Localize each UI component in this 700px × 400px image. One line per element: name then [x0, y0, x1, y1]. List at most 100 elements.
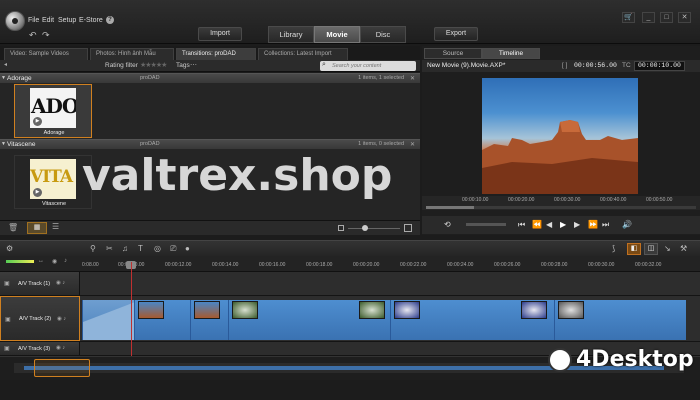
navigator-viewport[interactable] — [34, 359, 90, 377]
minimize-icon[interactable]: _ — [642, 12, 655, 23]
timecode-field[interactable]: 00:00:10.00 — [634, 61, 685, 71]
cart-icon[interactable]: 🛒 — [622, 12, 635, 23]
tools-icon[interactable]: ⚒ — [680, 244, 687, 253]
library-tab-videos[interactable]: Video: Sample Videos — [4, 48, 88, 60]
player-tab-timeline[interactable]: Timeline — [482, 48, 540, 59]
view-icon[interactable]: ◉ — [52, 258, 57, 265]
expand-triangle-icon[interactable]: ▼ — [1, 75, 6, 81]
tags-label[interactable]: Tags — [176, 62, 190, 69]
search-box[interactable]: ⌕ — [320, 61, 416, 71]
track-lock-icon[interactable]: ▣ — [4, 280, 10, 287]
undo-icon[interactable]: ↶ — [29, 30, 37, 41]
frame-back-icon[interactable]: ◀ — [546, 220, 552, 229]
track-visibility-icon[interactable]: ◉ ♪ — [56, 280, 65, 286]
track-header[interactable]: ▣ A/V Track (3) ◉ ♪ — [0, 342, 80, 355]
library-group-header-vitascene[interactable]: ▼ Vitascene proDAD 1 items, 0 selected ✕ — [0, 139, 420, 149]
track-header[interactable]: ▣ A/V Track (1) ◉ ♪ — [0, 272, 80, 295]
razor-icon[interactable]: ⚲ — [90, 244, 96, 253]
slider-knob[interactable] — [362, 225, 368, 231]
player-info-bar: New Movie (9).Movie.AXP* [ ] 00:00:56.00… — [422, 60, 700, 72]
large-size-icon[interactable] — [404, 224, 412, 232]
search-input[interactable] — [332, 61, 414, 71]
timeline-clip[interactable] — [390, 300, 554, 340]
timeline-ruler[interactable]: ↔ ◉ ♪ 0:08.00 00:00:10.00 00:00:12.00 00… — [0, 256, 700, 272]
track-header[interactable]: ▣ A/V Track (2) ◉ ♪ — [0, 296, 80, 341]
track-lock-icon[interactable]: ▣ — [5, 316, 11, 323]
menu-file[interactable]: File — [28, 17, 39, 24]
settings-gear-icon[interactable]: ⚙ — [6, 244, 13, 253]
magnet-icon[interactable]: ⟆ — [612, 244, 615, 253]
play-icon[interactable]: ▶ — [33, 117, 42, 126]
step-forward-icon[interactable]: ⏩ — [588, 220, 598, 229]
thumbnail-size-slider[interactable] — [348, 228, 400, 229]
tab-movie[interactable]: Movie — [314, 26, 360, 43]
tags-dropdown-icon[interactable]: ⋯ — [190, 61, 197, 69]
library-tab-photos[interactable]: Photos: Hình ảnh Mẫu — [90, 48, 174, 60]
library-tab-collections[interactable]: Collections: Latest Import — [258, 48, 348, 60]
player-scrubber[interactable]: 00:00:10.00 00:00:20.00 00:00:30.00 00:0… — [422, 196, 700, 210]
close-icon[interactable]: ✕ — [678, 12, 691, 23]
track-lock-icon[interactable]: ▣ — [4, 345, 10, 352]
transition-clip[interactable] — [82, 300, 135, 340]
loop-icon[interactable]: ⟲ — [444, 220, 451, 229]
jog-wheel[interactable] — [466, 223, 506, 226]
rating-filter-stars[interactable]: ★★★★★ — [140, 61, 167, 69]
tab-library[interactable]: Library — [268, 26, 314, 43]
split-icon[interactable]: ✂ — [106, 244, 113, 253]
library-item-vitascene[interactable]: VITA ▶ Vitascene — [14, 155, 92, 209]
player-tab-source[interactable]: Source — [424, 48, 482, 59]
menu-edit[interactable]: Edit — [42, 17, 54, 24]
library-group-header-adorage[interactable]: ▼ Adorage proDAD 1 items, 1 selected ✕ — [0, 73, 420, 83]
collapse-arrow-icon[interactable]: ◂ — [4, 61, 7, 68]
snapshot-icon[interactable]: ◎ — [154, 244, 161, 253]
pinnacle-logo-icon[interactable] — [5, 11, 25, 31]
scrubber-played — [426, 206, 474, 209]
grid-view-icon[interactable]: ▦ — [27, 222, 47, 234]
list-view-icon[interactable]: ☰ — [52, 222, 59, 231]
group-count: 1 items, 0 selected — [358, 141, 404, 147]
timeline-clip[interactable] — [134, 300, 190, 340]
av-track-1[interactable]: ▣ A/V Track (1) ◉ ♪ — [0, 272, 700, 296]
group-count: 1 items, 1 selected — [358, 75, 404, 81]
menu-setup[interactable]: Setup — [58, 17, 76, 24]
help-icon[interactable]: ? — [106, 16, 114, 24]
menu-estore[interactable]: E-Store — [79, 17, 103, 24]
timeline-clip[interactable] — [228, 300, 390, 340]
zoom-icon[interactable]: ↔ — [38, 258, 44, 264]
play-icon[interactable]: ▶ — [33, 188, 42, 197]
close-group-icon[interactable]: ✕ — [410, 75, 415, 82]
fullscreen-icon[interactable]: [ ] — [562, 62, 567, 69]
import-button[interactable]: Import — [198, 27, 242, 41]
step-back-icon[interactable]: ⏪ — [532, 220, 542, 229]
trash-icon[interactable]: 🗑 — [8, 223, 18, 232]
frame-forward-icon[interactable]: ▶ — [574, 220, 580, 229]
close-group-icon[interactable]: ✕ — [410, 141, 415, 148]
expand-triangle-icon[interactable]: ▼ — [1, 141, 6, 147]
timeline-toggle-icon[interactable]: ◫ — [644, 243, 658, 255]
av-track-2[interactable]: ▣ A/V Track (2) ◉ ♪ — [0, 296, 700, 342]
tab-disc[interactable]: Disc — [360, 26, 406, 43]
audio-icon[interactable]: ♫ — [122, 244, 128, 253]
edit-mode-icon[interactable]: ↘ — [664, 244, 671, 253]
marker-icon[interactable]: ⎚ — [170, 244, 176, 254]
sound-icon[interactable]: ♪ — [64, 258, 67, 264]
small-size-icon[interactable] — [338, 225, 344, 231]
export-button[interactable]: Export — [434, 27, 478, 41]
go-to-start-icon[interactable]: ⏮ — [518, 220, 525, 230]
redo-icon[interactable]: ↷ — [42, 30, 50, 41]
track-visibility-icon[interactable]: ◉ ♪ — [56, 345, 65, 351]
volume-icon[interactable]: 🔊 — [622, 220, 632, 229]
track-visibility-icon[interactable]: ◉ ♪ — [57, 316, 66, 322]
storyboard-toggle-icon[interactable]: ◧ — [627, 243, 641, 255]
timeline-playhead[interactable] — [131, 262, 132, 356]
library-item-adorage[interactable]: ADO ▶ Adorage — [14, 84, 92, 138]
timeline-clip[interactable] — [554, 300, 686, 340]
play-icon[interactable]: ▶ — [560, 220, 566, 229]
library-tab-transitions[interactable]: Transitions: proDAD — [176, 48, 256, 60]
go-to-end-icon[interactable]: ⏭ — [602, 220, 609, 230]
ruler-tick: 00:00:40.00 — [600, 197, 627, 203]
timeline-clip[interactable] — [190, 300, 228, 340]
maximize-icon[interactable]: □ — [660, 12, 673, 23]
title-icon[interactable]: T — [138, 244, 143, 253]
record-icon[interactable]: ● — [185, 244, 190, 253]
